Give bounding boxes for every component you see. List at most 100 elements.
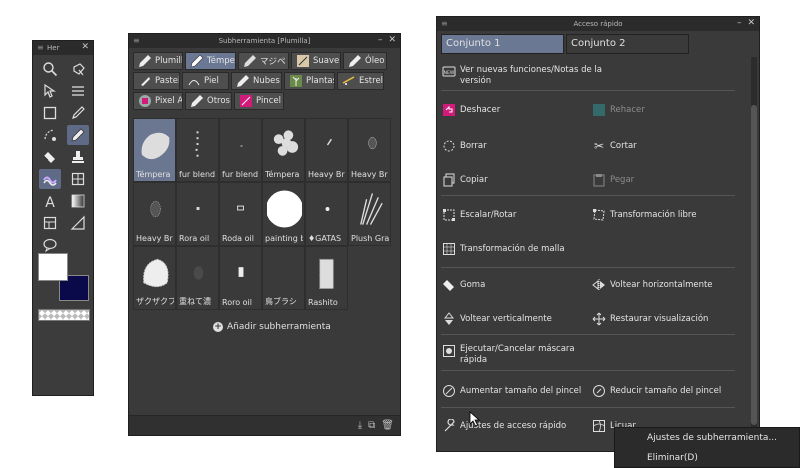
- quick-access-settings-button[interactable]: Ajustes de acceso rápido: [442, 419, 566, 433]
- subtool-group-tab[interactable]: Óleo: [343, 52, 387, 70]
- brush-preview-icon: [310, 253, 345, 293]
- paste-button[interactable]: Pegar: [592, 173, 634, 187]
- trash-icon[interactable]: 🗑: [381, 420, 394, 431]
- brush-item[interactable]: ザクザクブ: [133, 246, 176, 310]
- subtool-group-tab[interactable]: Pincel (: [234, 92, 284, 110]
- cloud-brush-icon: [236, 74, 250, 88]
- grip-icon[interactable]: ≡: [37, 44, 44, 52]
- layer-move-tool-icon[interactable]: [67, 81, 89, 101]
- subtool-group-tab[interactable]: Suave: [291, 52, 341, 70]
- eyedropper-tool-icon[interactable]: [67, 103, 89, 123]
- ruler-tool-icon[interactable]: [67, 213, 89, 233]
- increase-brush-size-button[interactable]: Aumentar tamaño del pincel: [442, 384, 581, 398]
- brush-label: Témpera: [265, 170, 300, 179]
- minimize-icon[interactable]: –: [737, 18, 742, 28]
- brush-preview-icon: [310, 189, 345, 229]
- tab-set-2[interactable]: Conjunto 2: [566, 34, 689, 54]
- tab-set-1[interactable]: Conjunto 1: [441, 34, 564, 54]
- stamp-tool-icon[interactable]: [67, 147, 89, 167]
- add-subtool-button[interactable]: + Añadir subherramienta: [213, 322, 331, 332]
- fill-tool-icon[interactable]: [39, 169, 61, 189]
- brush-item[interactable]: Heavy Br: [133, 182, 176, 246]
- brush-item[interactable]: Témpera: [262, 118, 305, 182]
- brush-item[interactable]: Témpera: [133, 118, 176, 182]
- scale-rotate-button[interactable]: Escalar/Rotar: [442, 208, 516, 222]
- brush-item[interactable]: painting b: [262, 182, 305, 246]
- text-tool-icon[interactable]: A: [39, 191, 61, 211]
- free-transform-button[interactable]: Transformación libre: [592, 208, 696, 222]
- subtool-group-tab[interactable]: Plumilla: [133, 52, 183, 70]
- subtool-titlebar[interactable]: ≡ Subherramienta [Plumilla] – ✕: [129, 34, 400, 48]
- auto-select-tool-icon[interactable]: [39, 125, 61, 145]
- brush-item[interactable]: Heavy Br: [348, 118, 391, 182]
- minimize-icon[interactable]: –: [378, 35, 383, 45]
- news-button[interactable]: NEW Ver nuevas funciones/Notas de la ver…: [442, 65, 602, 87]
- frame-tool-icon[interactable]: [39, 213, 61, 233]
- duplicate-icon[interactable]: ⧉: [368, 420, 375, 431]
- clear-button[interactable]: Borrar: [442, 139, 487, 153]
- grip-icon[interactable]: ≡: [133, 37, 140, 45]
- flip-horizontal-button[interactable]: Voltear horizontalmente: [592, 278, 713, 292]
- copy-button[interactable]: Copiar: [442, 173, 488, 187]
- brush-preview-icon: [310, 125, 345, 165]
- quick-access-list: NEW Ver nuevas funciones/Notas de la ver…: [437, 57, 749, 451]
- subtool-group-tab[interactable]: Témpe: [185, 52, 236, 70]
- balloon-tool-icon[interactable]: [39, 235, 61, 255]
- brush-item[interactable]: Plush Gra: [348, 182, 391, 246]
- redo-button[interactable]: Rehacer: [592, 103, 645, 117]
- brush-item[interactable]: Roro oil: [219, 246, 262, 310]
- main-color-swatch[interactable]: [38, 253, 68, 281]
- subtool-group-tab[interactable]: マジペ: [238, 52, 289, 70]
- cut-button[interactable]: ✂ Cortar: [592, 139, 637, 153]
- brush-item[interactable]: Roda oil: [219, 182, 262, 246]
- grip-icon[interactable]: ≡: [441, 20, 448, 28]
- subtool-group-tab[interactable]: Plantas: [284, 72, 335, 90]
- brush-item[interactable]: ♦GATAS: [305, 182, 348, 246]
- brush-item[interactable]: 重ねて濃: [176, 246, 219, 310]
- menu-item-subtool-settings[interactable]: Ajustes de subherramienta...: [615, 428, 799, 448]
- subtool-group-tab[interactable]: Pastel: [133, 72, 180, 90]
- transparent-color-swatch[interactable]: [38, 309, 90, 321]
- subtool-group-tab[interactable]: Otros: [185, 92, 232, 110]
- reset-view-button[interactable]: Restaurar visualización: [592, 312, 708, 326]
- tool-palette-titlebar[interactable]: ≡ Her ✕: [33, 41, 93, 55]
- operation-tool-icon[interactable]: [39, 81, 61, 101]
- move-view-tool-icon[interactable]: [67, 59, 89, 79]
- quick-access-scrollbar[interactable]: [751, 57, 757, 442]
- quick-access-titlebar[interactable]: ≡ Acceso rápido – ✕: [437, 17, 759, 31]
- close-icon[interactable]: ✕: [81, 42, 89, 52]
- mesh-transform-button[interactable]: Transformación de malla: [442, 242, 565, 256]
- clear-label: Borrar: [460, 141, 487, 151]
- subtool-group-tab[interactable]: Piel: [182, 72, 229, 90]
- gradient-tool-icon[interactable]: [67, 191, 89, 211]
- flip-vertical-button[interactable]: Voltear verticalmente: [442, 312, 552, 326]
- subtool-group-tab[interactable]: Nubes: [231, 72, 282, 90]
- import-icon[interactable]: ⤓: [358, 420, 362, 431]
- figure-tool-icon[interactable]: [67, 169, 89, 189]
- close-icon[interactable]: ✕: [388, 35, 396, 45]
- close-icon[interactable]: ✕: [747, 18, 755, 28]
- brush-item[interactable]: Rashito: [305, 246, 348, 310]
- selection-tool-icon[interactable]: [39, 103, 61, 123]
- quick-mask-button[interactable]: Ejecutar/Cancelar máscara rápida: [442, 344, 592, 366]
- scroll-thumb[interactable]: [751, 105, 757, 425]
- brush-item[interactable]: Heavy Br: [305, 118, 348, 182]
- subtool-group-label: マジペ: [260, 57, 286, 67]
- undo-button[interactable]: Deshacer: [442, 103, 500, 117]
- subtool-group-tab[interactable]: Estrella: [337, 72, 384, 90]
- pen-tool-icon[interactable]: [67, 125, 89, 145]
- eraser-tool-icon[interactable]: [39, 147, 61, 167]
- brush-item[interactable]: Rora oil: [176, 182, 219, 246]
- subtool-group-tab[interactable]: Pixel Ar: [133, 92, 183, 110]
- brush-item[interactable]: 鳥ブラシ: [262, 246, 305, 310]
- decrease-brush-size-button[interactable]: Reducir tamaño del pincel: [592, 384, 721, 398]
- separator: [441, 90, 735, 91]
- brush-item[interactable]: fur blend: [176, 118, 219, 182]
- zoom-tool-icon[interactable]: [39, 59, 61, 79]
- menu-item-delete[interactable]: Eliminar(D): [615, 448, 799, 468]
- brush-item[interactable]: fur blend: [219, 118, 262, 182]
- subtool-group-label: Pastel: [155, 76, 180, 86]
- quick-mask-icon: [442, 344, 456, 358]
- eraser-button[interactable]: Goma: [442, 278, 485, 292]
- soft-brush-icon: [296, 54, 310, 68]
